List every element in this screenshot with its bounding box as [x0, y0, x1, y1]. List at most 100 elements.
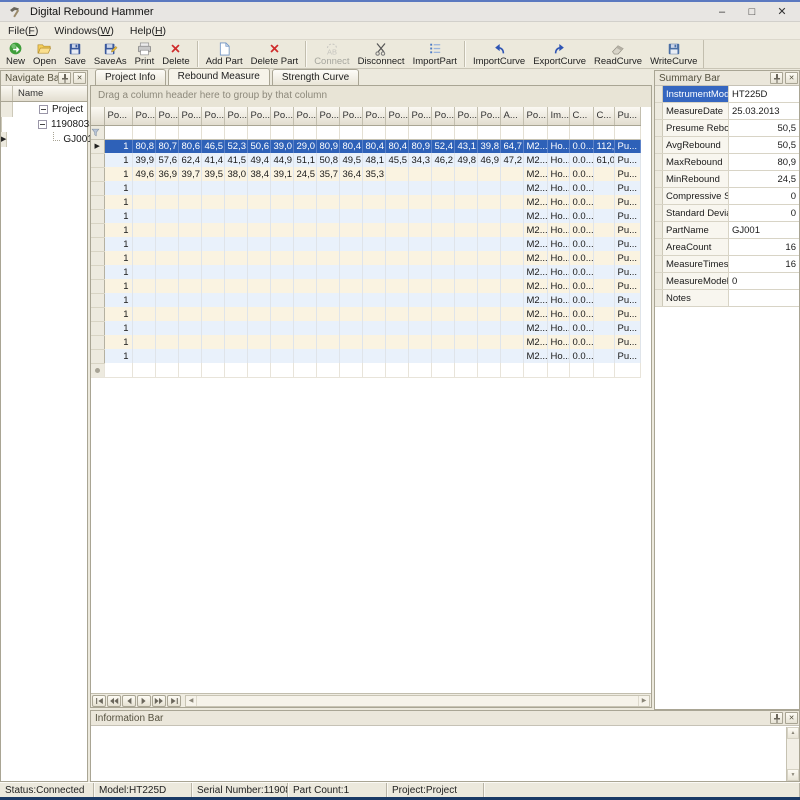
cell-1-16[interactable]: 46,9: [477, 153, 500, 167]
cell-1-7[interactable]: 44,9: [270, 153, 293, 167]
summary-field-value[interactable]: 24,5: [729, 171, 799, 187]
cell-7-3[interactable]: [178, 237, 201, 251]
scroll-up-icon[interactable]: ▲: [787, 727, 799, 739]
cell-7-21[interactable]: [593, 237, 614, 251]
cell-13-0[interactable]: 1: [104, 321, 132, 335]
cell-3-0[interactable]: 1: [104, 181, 132, 195]
cell-10-12[interactable]: [385, 279, 408, 293]
filter-cell-11[interactable]: [362, 125, 385, 139]
grid-row-11[interactable]: 1M2...Ho...0.0...Pu...: [91, 293, 640, 307]
cell-15-5[interactable]: [224, 349, 247, 363]
cell-14-19[interactable]: Ho...: [547, 335, 569, 349]
cell-8-21[interactable]: [593, 251, 614, 265]
cell-4-22[interactable]: Pu...: [614, 195, 640, 209]
menu-item-windows-w[interactable]: Windows(W): [46, 23, 122, 39]
cell-5-18[interactable]: M2...: [523, 209, 547, 223]
column-header-6[interactable]: Po...: [247, 107, 270, 125]
cell-15-13[interactable]: [408, 349, 431, 363]
cell-2-11[interactable]: 35,3: [362, 167, 385, 181]
cell-14-7[interactable]: [270, 335, 293, 349]
cell-11-18[interactable]: M2...: [523, 293, 547, 307]
information-vertical-scrollbar[interactable]: ▲ ▼: [786, 727, 799, 781]
cell-15-8[interactable]: [293, 349, 316, 363]
cell-13-22[interactable]: Pu...: [614, 321, 640, 335]
cell-13-14[interactable]: [431, 321, 454, 335]
cell-8-5[interactable]: [224, 251, 247, 265]
cell-2-12[interactable]: [385, 167, 408, 181]
cell-7-15[interactable]: [454, 237, 477, 251]
cell-7-2[interactable]: [155, 237, 178, 251]
cell-12-20[interactable]: 0.0...: [569, 307, 593, 321]
row-indicator[interactable]: [91, 181, 104, 195]
filter-funnel-icon[interactable]: [91, 125, 104, 139]
cell-6-0[interactable]: 1: [104, 223, 132, 237]
cell-4-4[interactable]: [201, 195, 224, 209]
close-icon[interactable]: ✕: [785, 712, 798, 724]
grid-row-6[interactable]: 1M2...Ho...0.0...Pu...: [91, 223, 640, 237]
column-header-9[interactable]: Po...: [316, 107, 339, 125]
cell-8-11[interactable]: [362, 251, 385, 265]
tab-project-info[interactable]: Project Info: [95, 69, 166, 85]
cell-13-7[interactable]: [270, 321, 293, 335]
filter-cell-4[interactable]: [201, 125, 224, 139]
cell-13-18[interactable]: M2...: [523, 321, 547, 335]
cell-13-15[interactable]: [454, 321, 477, 335]
cell-11-10[interactable]: [339, 293, 362, 307]
cell-9-14[interactable]: [431, 265, 454, 279]
cell-2-1[interactable]: 49,6: [132, 167, 155, 181]
cell-3-7[interactable]: [270, 181, 293, 195]
cell-11-7[interactable]: [270, 293, 293, 307]
row-indicator[interactable]: [91, 167, 104, 181]
title-bar[interactable]: Digital Rebound Hammer – □ ✕: [0, 2, 800, 22]
cell-6-7[interactable]: [270, 223, 293, 237]
summary-field-value[interactable]: 16: [729, 239, 799, 255]
cell-6-19[interactable]: Ho...: [547, 223, 569, 237]
cell-14-10[interactable]: [339, 335, 362, 349]
cell-1-6[interactable]: 49,4: [247, 153, 270, 167]
cell-15-22[interactable]: Pu...: [614, 349, 640, 363]
cell-6-14[interactable]: [431, 223, 454, 237]
cell-6-13[interactable]: [408, 223, 431, 237]
cell-11-11[interactable]: [362, 293, 385, 307]
cell-0-15[interactable]: 43,1: [454, 139, 477, 153]
cell-4-7[interactable]: [270, 195, 293, 209]
cell-1-9[interactable]: 50,8: [316, 153, 339, 167]
row-indicator[interactable]: [91, 237, 104, 251]
column-header-1[interactable]: Po...: [132, 107, 155, 125]
cell-0-16[interactable]: 39,8: [477, 139, 500, 153]
cell-6-18[interactable]: M2...: [523, 223, 547, 237]
cell-9-3[interactable]: [178, 265, 201, 279]
cell-8-6[interactable]: [247, 251, 270, 265]
cell-1-10[interactable]: 49,5: [339, 153, 362, 167]
new-row-cell-10[interactable]: [339, 363, 362, 377]
cell-7-0[interactable]: 1: [104, 237, 132, 251]
new-row[interactable]: [91, 363, 640, 377]
cell-0-18[interactable]: M2...: [523, 139, 547, 153]
cell-14-8[interactable]: [293, 335, 316, 349]
cell-0-2[interactable]: 80,7: [155, 139, 178, 153]
cell-0-19[interactable]: Ho...: [547, 139, 569, 153]
cell-10-7[interactable]: [270, 279, 293, 293]
cell-1-5[interactable]: 41,5: [224, 153, 247, 167]
scroll-down-icon[interactable]: ▼: [787, 769, 799, 781]
column-header-2[interactable]: Po...: [155, 107, 178, 125]
add-part-button[interactable]: Add Part: [203, 40, 246, 68]
cell-14-11[interactable]: [362, 335, 385, 349]
cell-4-17[interactable]: [500, 195, 523, 209]
cell-14-2[interactable]: [155, 335, 178, 349]
cell-0-13[interactable]: 80,9: [408, 139, 431, 153]
cell-2-0[interactable]: 1: [104, 167, 132, 181]
cell-1-17[interactable]: 47,2: [500, 153, 523, 167]
cell-7-22[interactable]: Pu...: [614, 237, 640, 251]
cell-3-14[interactable]: [431, 181, 454, 195]
cell-11-14[interactable]: [431, 293, 454, 307]
minimize-button[interactable]: –: [710, 2, 734, 22]
column-header-5[interactable]: Po...: [224, 107, 247, 125]
column-header-8[interactable]: Po...: [293, 107, 316, 125]
grid-row-13[interactable]: 1M2...Ho...0.0...Pu...: [91, 321, 640, 335]
cell-3-2[interactable]: [155, 181, 178, 195]
cell-7-10[interactable]: [339, 237, 362, 251]
filter-cell-13[interactable]: [408, 125, 431, 139]
cell-6-16[interactable]: [477, 223, 500, 237]
cell-3-6[interactable]: [247, 181, 270, 195]
